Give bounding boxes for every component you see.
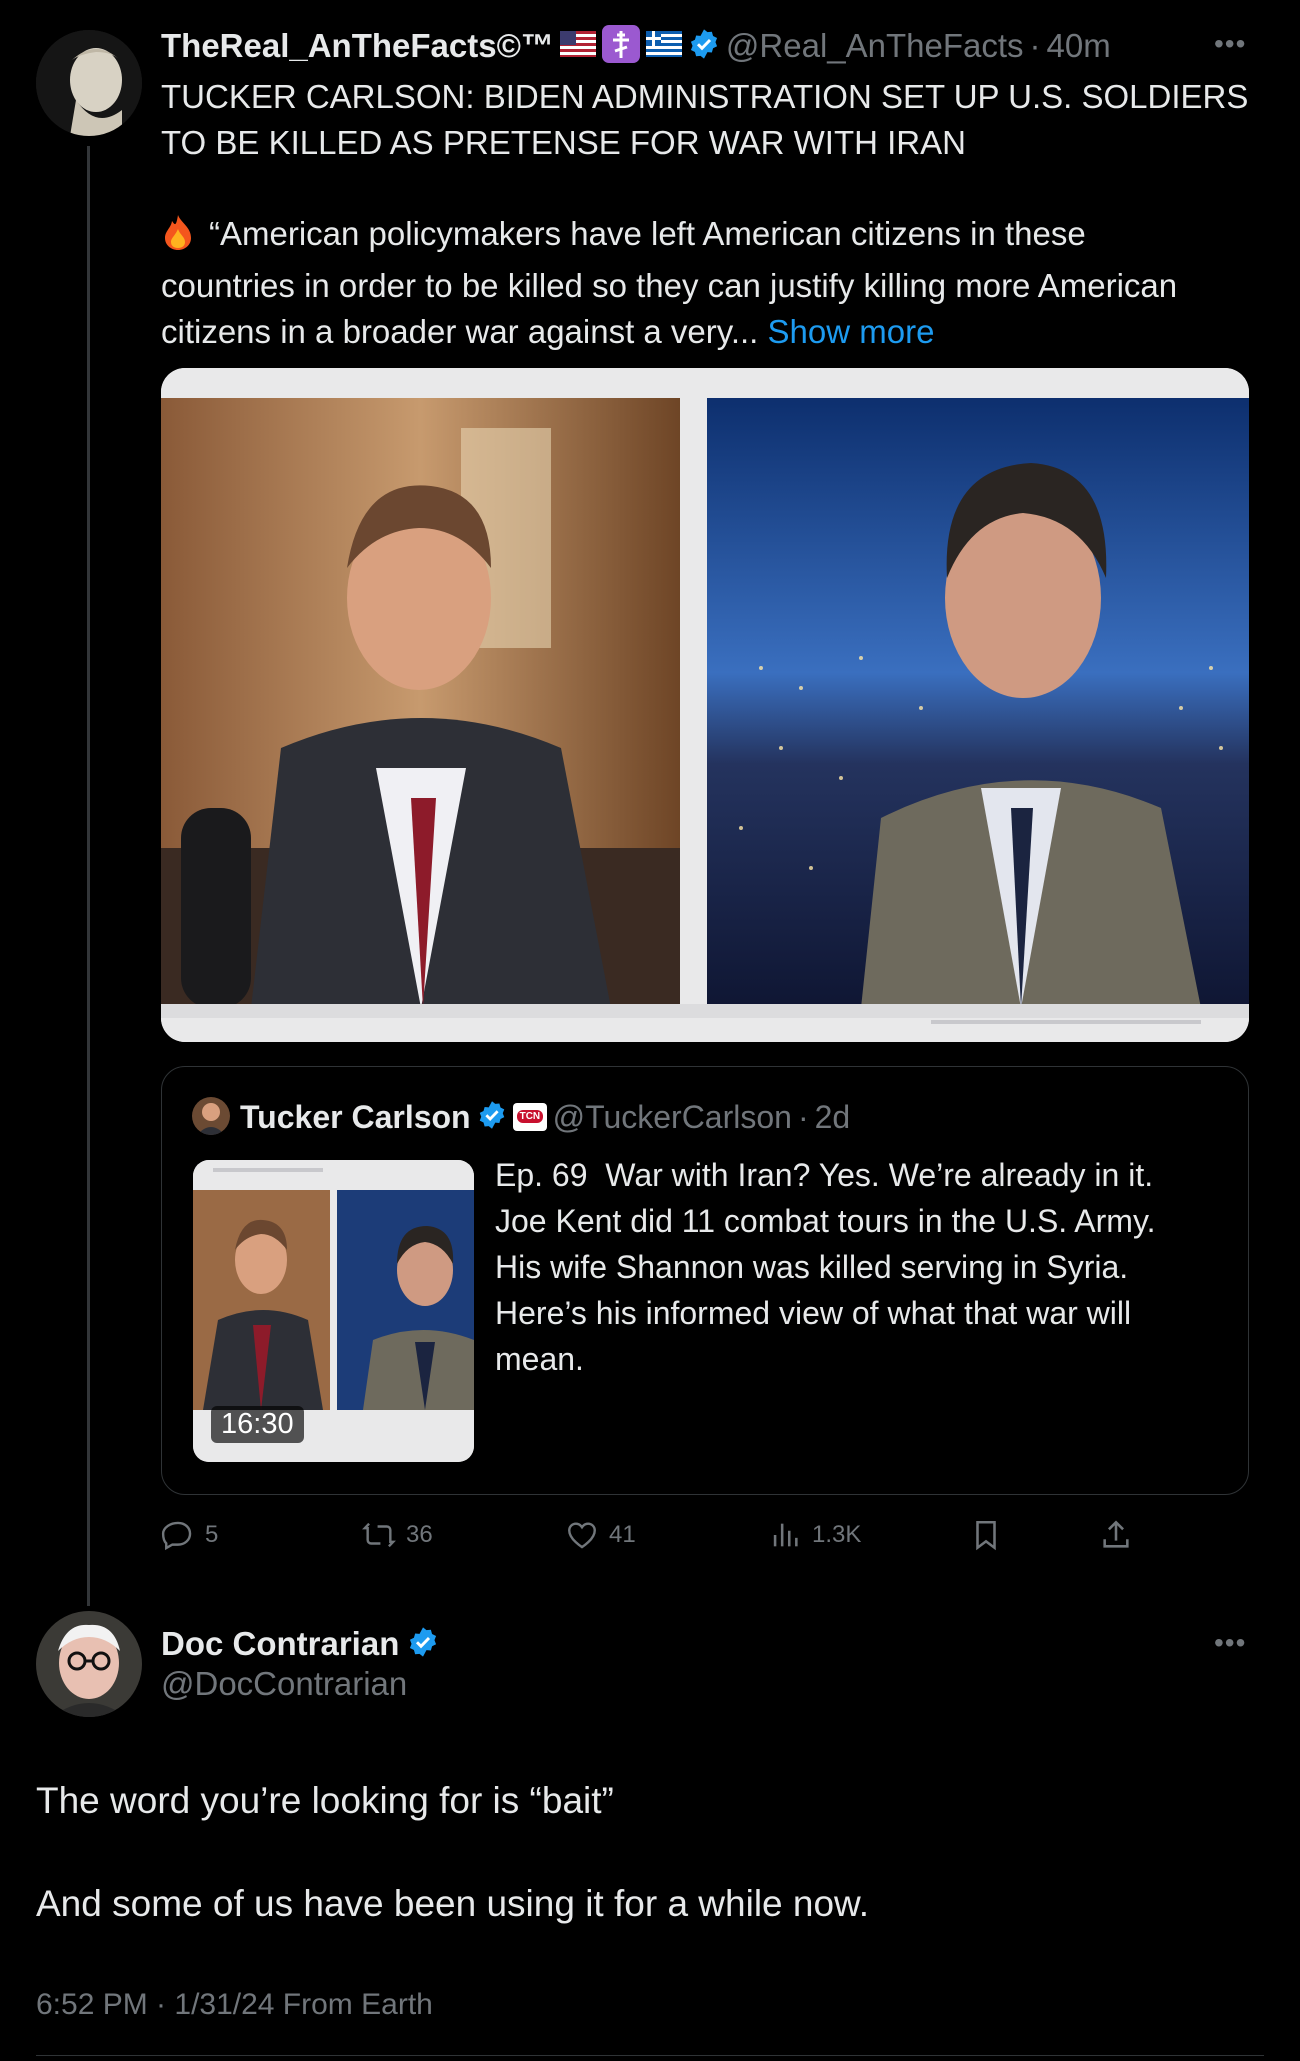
quoted-video-thumbnail[interactable]: 16:30	[193, 1160, 474, 1462]
verified-badge-icon	[407, 1626, 439, 1663]
reply-icon	[161, 1521, 192, 1551]
fire-icon	[161, 213, 195, 263]
quoted-text-line-2: Joe Kent did 11 combat tours in the U.S.…	[495, 1203, 1156, 1239]
tcn-badge-icon: TCN	[512, 1103, 547, 1131]
video-duration: 16:30	[211, 1406, 304, 1443]
reply-author-name[interactable]: Doc Contrarian	[161, 1625, 399, 1663]
like-button[interactable]: 41	[565, 1515, 636, 1555]
repost-button[interactable]: 36	[362, 1515, 433, 1555]
more-options-icon[interactable]: •••	[1214, 28, 1246, 60]
quoted-post-card[interactable]: Tucker Carlson TCN @TuckerCarlson · 2d 1…	[161, 1066, 1249, 1495]
like-count: 41	[609, 1521, 636, 1548]
quoted-text-line-4: Here’s his informed view of what that wa…	[495, 1295, 1132, 1331]
headline-line-1: TUCKER CARLSON: BIDEN ADMINISTRATION SET…	[161, 78, 1249, 115]
author-avatar[interactable]	[36, 30, 142, 136]
quote-line-2: countries in order to be killed so they …	[161, 267, 1178, 304]
reply-timestamp[interactable]: 6:52 PM · 1/31/24 From Earth	[36, 1988, 433, 2022]
bookmark-icon	[976, 1520, 996, 1551]
reply-text-line-1: The word you’re looking for is “bait”	[36, 1780, 614, 1821]
more-options-icon[interactable]: •••	[1214, 1627, 1246, 1659]
separator-dot: ·	[1029, 27, 1041, 64]
author-handle[interactable]: @Real_AnTheFacts	[726, 27, 1024, 65]
us-flag-icon	[559, 30, 596, 62]
separator-dot: ·	[797, 1098, 809, 1135]
post-time[interactable]: 40m	[1047, 27, 1111, 65]
heart-icon	[568, 1522, 596, 1549]
quoted-author-handle[interactable]: @TuckerCarlson	[553, 1099, 792, 1136]
thread-connector-line	[87, 146, 90, 1606]
quote-line-1: “American policymakers have left America…	[209, 215, 1086, 252]
show-more-link[interactable]: Show more	[768, 313, 935, 350]
quote-line-3: citizens in a broader war against a very…	[161, 313, 759, 350]
verified-badge-icon	[477, 1100, 507, 1135]
greek-flag-icon	[645, 30, 682, 62]
reply-count: 5	[205, 1521, 219, 1548]
author-name[interactable]: TheReal_AnTheFacts©™	[161, 27, 554, 65]
quoted-text-line-1: Ep. 69 War with Iran? Yes. We’re already…	[495, 1157, 1154, 1193]
repost-icon	[362, 1522, 396, 1548]
share-icon	[1103, 1520, 1129, 1548]
views-button[interactable]: 1.3K	[768, 1515, 861, 1555]
repost-count: 36	[406, 1521, 433, 1548]
verified-badge-icon	[688, 28, 720, 65]
quoted-text-line-5: mean.	[495, 1341, 584, 1377]
headline-line-2: TO BE KILLED AS PRETENSE FOR WAR WITH IR…	[161, 124, 966, 161]
quoted-author-name[interactable]: Tucker Carlson	[240, 1099, 471, 1136]
post-video-thumbnail[interactable]	[161, 368, 1249, 1042]
quoted-post-time[interactable]: 2d	[815, 1099, 851, 1136]
orthodox-cross-icon	[601, 24, 640, 68]
reply-author-handle[interactable]: @DocContrarian	[161, 1665, 407, 1703]
reply-author-avatar[interactable]	[36, 1611, 142, 1717]
quoted-text-line-3: His wife Shannon was killed serving in S…	[495, 1249, 1129, 1285]
reply-button[interactable]: 5	[161, 1515, 218, 1555]
quoted-author-avatar[interactable]	[192, 1097, 230, 1135]
divider	[36, 2055, 1264, 2056]
share-button[interactable]	[1099, 1515, 1133, 1555]
views-chart-icon	[773, 1523, 798, 1547]
views-count: 1.3K	[812, 1521, 862, 1548]
bookmark-button[interactable]	[969, 1515, 1003, 1555]
reply-text-line-2: And some of us have been using it for a …	[36, 1883, 870, 1924]
